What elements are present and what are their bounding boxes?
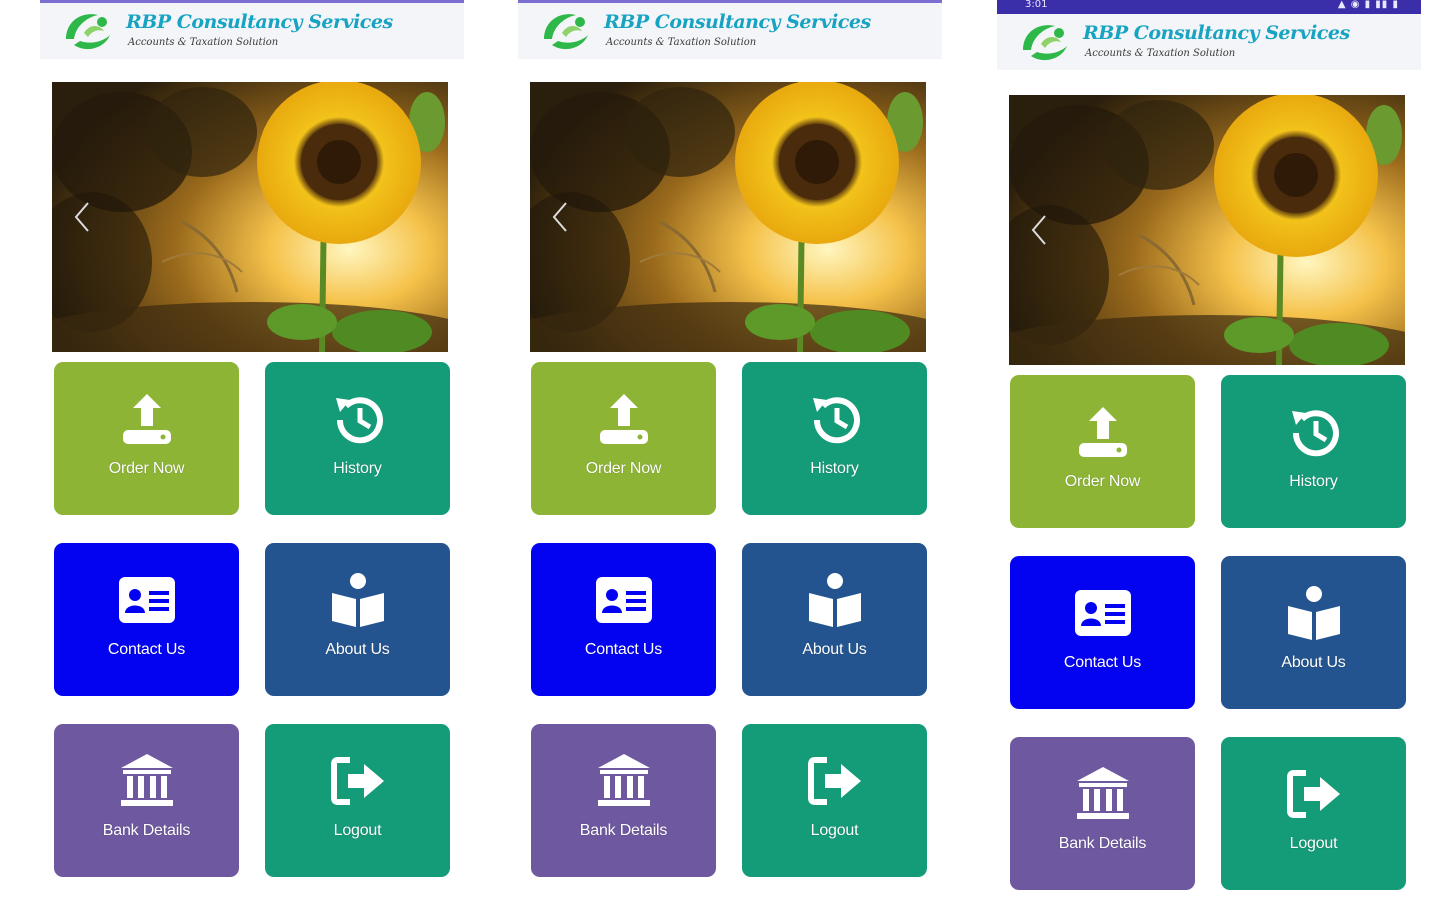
bank-icon [1076,767,1129,819]
chevron-left-icon[interactable] [1027,210,1051,250]
app-header: RBP Consultancy Services Accounts & Taxa… [518,3,942,59]
logout-icon [1286,770,1340,818]
bank-icon [597,754,650,806]
brand-logo-icon [66,14,110,50]
app-header: RBP Consultancy Services Accounts & Taxa… [997,14,1421,70]
image-slider[interactable] [1009,95,1405,365]
order-now-button[interactable]: Order Now [531,362,716,515]
brand-name: RBP Consultancy Services [1083,22,1350,44]
image-slider[interactable] [530,82,926,352]
brand-logo-icon [1023,25,1067,61]
bank-details-button[interactable]: Bank Details [1010,737,1195,890]
sunflower-photo [52,82,448,352]
sunflower-photo [1009,95,1405,365]
history-icon [1291,410,1339,457]
order-now-button[interactable]: Order Now [1010,375,1195,528]
bank-details-label: Bank Details [102,822,191,839]
logout-button[interactable]: Logout [265,724,450,877]
history-icon [812,397,860,444]
order-now-button[interactable]: Order Now [54,362,239,515]
order-now-label: Order Now [585,460,662,477]
logout-label: Logout [333,822,382,839]
history-icon [335,397,383,444]
contact-us-label: Contact Us [1063,654,1142,671]
history-label: History [333,460,382,477]
bank-details-button[interactable]: Bank Details [531,724,716,877]
contact-us-button[interactable]: Contact Us [531,543,716,696]
logout-icon [330,757,384,805]
reader-icon [808,573,861,627]
order-now-label: Order Now [1064,473,1141,490]
chevron-left-icon[interactable] [548,197,572,237]
contact-card-icon [118,577,175,623]
brand-tagline: Accounts & Taxation Solution [128,37,279,48]
about-us-button[interactable]: About Us [1221,556,1406,709]
logout-label: Logout [1289,835,1338,852]
brand-tagline: Accounts & Taxation Solution [1085,48,1236,59]
logout-button[interactable]: Logout [742,724,927,877]
upload-icon [122,394,171,444]
phone-screen-2: RBP Consultancy Services Accounts & Taxa… [518,0,942,900]
history-label: History [810,460,859,477]
bank-icon [120,754,173,806]
about-us-label: About Us [802,641,867,658]
status-time: 3:01 [1025,0,1048,10]
brand-name: RBP Consultancy Services [604,11,871,33]
contact-us-label: Contact Us [584,641,663,658]
reader-icon [331,573,384,627]
about-us-button[interactable]: About Us [265,543,450,696]
contact-us-button[interactable]: Contact Us [54,543,239,696]
upload-icon [599,394,648,444]
about-us-label: About Us [1281,654,1346,671]
brand-tagline: Accounts & Taxation Solution [606,37,757,48]
bank-details-label: Bank Details [579,822,668,839]
logout-button[interactable]: Logout [1221,737,1406,890]
history-label: History [1289,473,1338,490]
reader-icon [1287,586,1340,640]
bank-details-button[interactable]: Bank Details [54,724,239,877]
status-bar: 3:01 ▲ ◉ ▮ ▮▮ ▮ [997,0,1421,14]
contact-us-button[interactable]: Contact Us [1010,556,1195,709]
contact-card-icon [1074,590,1131,636]
status-icons: ▲ ◉ ▮ ▮▮ ▮ [1337,0,1399,10]
phone-screen-1: RBP Consultancy Services Accounts & Taxa… [40,0,464,900]
phone-screen-3: 3:01 ▲ ◉ ▮ ▮▮ ▮ RBP Consultancy Services… [997,0,1421,900]
history-button[interactable]: History [265,362,450,515]
sunflower-photo [530,82,926,352]
brand-name: RBP Consultancy Services [126,11,393,33]
brand-logo-icon [544,14,588,50]
about-us-label: About Us [325,641,390,658]
bank-details-label: Bank Details [1058,835,1147,852]
contact-us-label: Contact Us [107,641,186,658]
image-slider[interactable] [52,82,448,352]
logout-icon [807,757,861,805]
history-button[interactable]: History [742,362,927,515]
upload-icon [1078,407,1127,457]
order-now-label: Order Now [108,460,185,477]
logout-label: Logout [810,822,859,839]
app-header: RBP Consultancy Services Accounts & Taxa… [40,3,464,59]
about-us-button[interactable]: About Us [742,543,927,696]
contact-card-icon [595,577,652,623]
history-button[interactable]: History [1221,375,1406,528]
chevron-left-icon[interactable] [70,197,94,237]
